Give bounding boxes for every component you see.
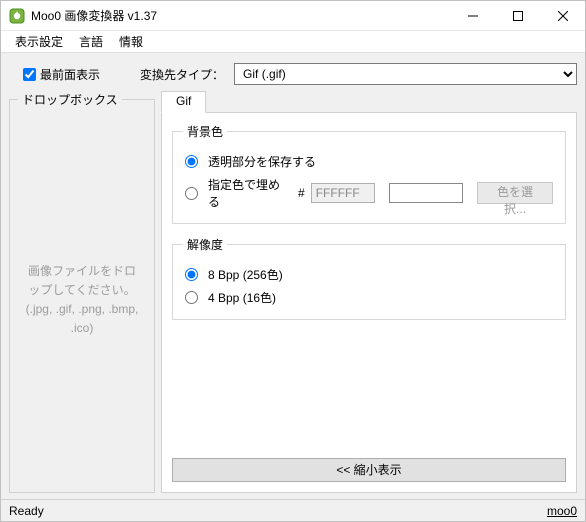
- bgcolor-legend: 背景色: [183, 123, 227, 140]
- topmost-checkbox-wrap[interactable]: 最前面表示: [23, 66, 100, 83]
- collapse-button[interactable]: << 縮小表示: [172, 458, 566, 482]
- bgcolor-group: 背景色 透明部分を保存する 指定色で埋める # 色を選択...: [172, 123, 566, 224]
- topmost-checkbox[interactable]: [23, 68, 36, 81]
- resolution-4bpp-row[interactable]: 4 Bpp (16色): [183, 286, 555, 309]
- app-icon: [9, 8, 25, 24]
- dropbox-hint-line1: 画像ファイルをドロップしてください。: [28, 264, 136, 297]
- resolution-group: 解像度 8 Bpp (256色) 4 Bpp (16色): [172, 236, 566, 320]
- hash-symbol: #: [298, 186, 305, 200]
- content-area: 最前面表示 変換先タイプ： Gif (.gif) ドロップボックス 画像ファイル…: [1, 53, 585, 499]
- tab-gif[interactable]: Gif: [161, 91, 206, 113]
- bgcolor-fill-radio[interactable]: [185, 187, 198, 200]
- bgcolor-fill-label: 指定色で埋める: [208, 176, 286, 210]
- convert-type-label: 変換先タイプ：: [140, 66, 224, 83]
- resolution-4bpp-radio[interactable]: [185, 291, 198, 304]
- menu-display-settings[interactable]: 表示設定: [7, 31, 71, 52]
- close-button[interactable]: [540, 1, 585, 30]
- bgcolor-fill-row[interactable]: 指定色で埋める # 色を選択...: [183, 173, 555, 213]
- minimize-button[interactable]: [450, 1, 495, 30]
- dropbox-hint-line2: (.jpg, .gif, .png, .bmp, .ico): [26, 302, 139, 335]
- status-bar: Ready moo0: [1, 499, 585, 521]
- bgcolor-preserve-row[interactable]: 透明部分を保存する: [183, 150, 555, 173]
- topmost-label: 最前面表示: [40, 66, 100, 83]
- top-row: 最前面表示 変換先タイプ： Gif (.gif): [9, 61, 577, 91]
- dropbox-legend: ドロップボックス: [18, 91, 122, 108]
- bgcolor-preserve-radio[interactable]: [185, 155, 198, 168]
- resolution-8bpp-label: 8 Bpp (256色): [208, 266, 283, 283]
- menu-language[interactable]: 言語: [71, 31, 111, 52]
- bgcolor-preview: [389, 183, 463, 203]
- menu-info[interactable]: 情報: [111, 31, 151, 52]
- bgcolor-preserve-label: 透明部分を保存する: [208, 153, 316, 170]
- menu-bar: 表示設定 言語 情報: [1, 31, 585, 53]
- main-row: ドロップボックス 画像ファイルをドロップしてください。 (.jpg, .gif,…: [9, 91, 577, 493]
- convert-type-select[interactable]: Gif (.gif): [234, 63, 577, 85]
- moo0-link[interactable]: moo0: [547, 504, 577, 518]
- window-title: Moo0 画像変換器 v1.37: [31, 7, 157, 24]
- resolution-8bpp-row[interactable]: 8 Bpp (256色): [183, 263, 555, 286]
- resolution-4bpp-label: 4 Bpp (16色): [208, 289, 276, 306]
- status-text: Ready: [9, 504, 44, 518]
- resolution-legend: 解像度: [183, 236, 227, 253]
- bgcolor-hex-input[interactable]: [311, 183, 375, 203]
- dropbox-hint: 画像ファイルをドロップしてください。 (.jpg, .gif, .png, .b…: [18, 262, 146, 339]
- resolution-8bpp-radio[interactable]: [185, 268, 198, 281]
- bgcolor-pick-button[interactable]: 色を選択...: [477, 182, 553, 204]
- title-bar: Moo0 画像変換器 v1.37: [1, 1, 585, 31]
- tab-header: Gif: [161, 91, 577, 113]
- tab-body: 背景色 透明部分を保存する 指定色で埋める # 色を選択...: [161, 112, 577, 493]
- maximize-button[interactable]: [495, 1, 540, 30]
- dropbox-group[interactable]: ドロップボックス 画像ファイルをドロップしてください。 (.jpg, .gif,…: [9, 91, 155, 493]
- right-pane: Gif 背景色 透明部分を保存する 指定色で埋める #: [161, 91, 577, 493]
